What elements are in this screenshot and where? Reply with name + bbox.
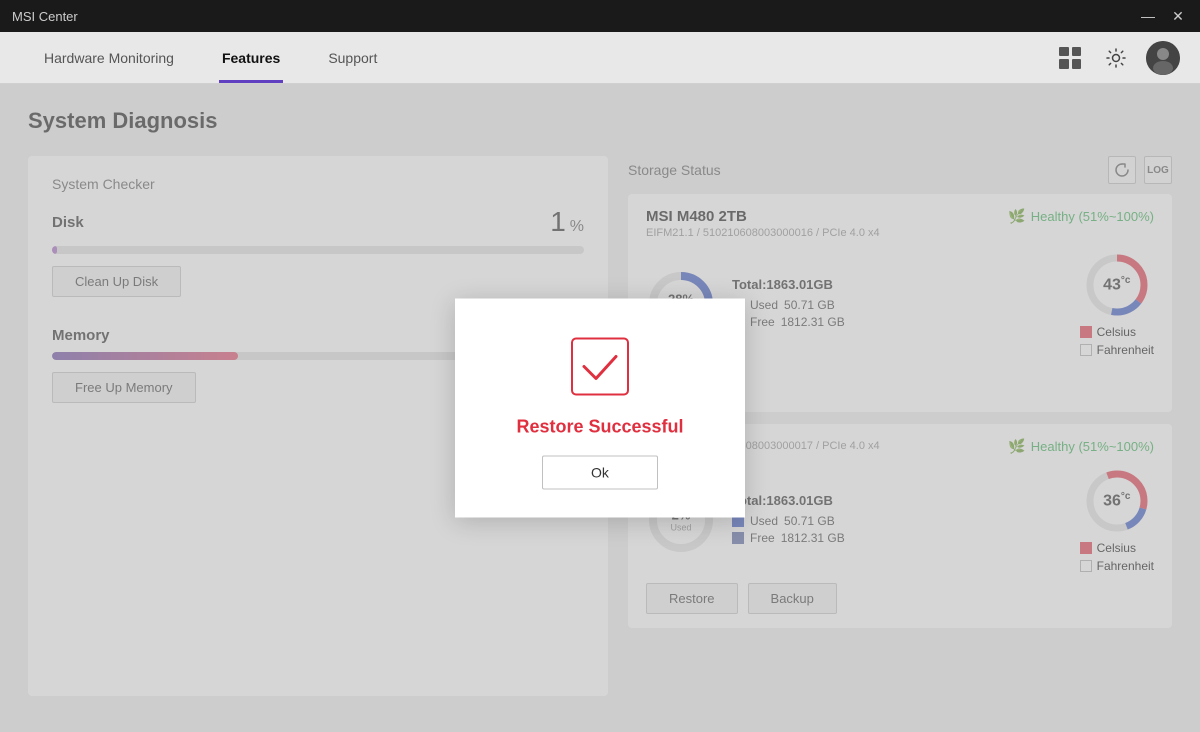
- minimize-button[interactable]: —: [1138, 6, 1158, 26]
- restore-successful-modal: Restore Successful Ok: [455, 299, 745, 518]
- nav-tabs: Hardware Monitoring Features Support: [20, 32, 401, 83]
- title-bar: MSI Center — ✕: [0, 0, 1200, 32]
- success-checkmark-icon: [568, 335, 632, 399]
- tab-hardware-monitoring[interactable]: Hardware Monitoring: [20, 32, 198, 83]
- main-window: Hardware Monitoring Features Support: [0, 32, 1200, 732]
- grid-view-icon[interactable]: [1054, 42, 1086, 74]
- nav-right-controls: [1054, 41, 1180, 75]
- modal-title: Restore Successful: [516, 417, 683, 438]
- settings-icon[interactable]: [1100, 42, 1132, 74]
- content-area: System Diagnosis System Checker Disk 1 %: [0, 84, 1200, 732]
- tab-features[interactable]: Features: [198, 32, 304, 83]
- app-title: MSI Center: [12, 9, 78, 24]
- tab-support[interactable]: Support: [304, 32, 401, 83]
- nav-bar: Hardware Monitoring Features Support: [0, 32, 1200, 84]
- window-controls: — ✕: [1138, 6, 1188, 26]
- modal-ok-button[interactable]: Ok: [542, 456, 658, 490]
- avatar[interactable]: [1146, 41, 1180, 75]
- close-button[interactable]: ✕: [1168, 6, 1188, 26]
